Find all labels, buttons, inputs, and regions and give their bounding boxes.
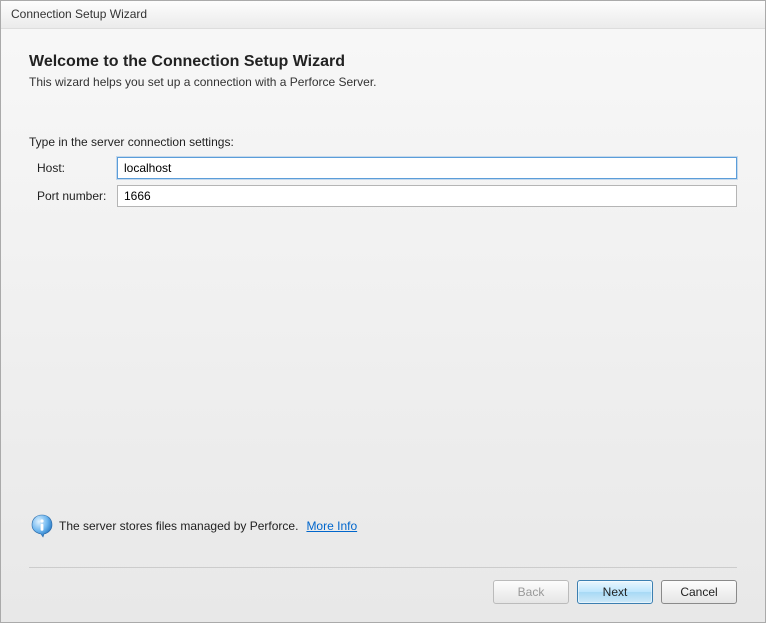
window-title: Connection Setup Wizard [11, 7, 147, 21]
port-input[interactable] [117, 185, 737, 207]
wizard-window: Connection Setup Wizard Welcome to the C… [0, 0, 766, 623]
port-label: Port number: [29, 189, 117, 203]
page-subheading: This wizard helps you set up a connectio… [29, 75, 737, 89]
info-icon [29, 513, 55, 539]
page-heading: Welcome to the Connection Setup Wizard [29, 53, 737, 71]
next-button[interactable]: Next [577, 580, 653, 604]
host-row: Host: [29, 157, 737, 179]
wizard-content: Welcome to the Connection Setup Wizard T… [1, 29, 765, 567]
more-info-link[interactable]: More Info [306, 519, 357, 533]
cancel-button[interactable]: Cancel [661, 580, 737, 604]
window-titlebar: Connection Setup Wizard [1, 1, 765, 29]
info-text: The server stores files managed by Perfo… [59, 519, 298, 533]
port-row: Port number: [29, 185, 737, 207]
settings-prompt: Type in the server connection settings: [29, 135, 737, 149]
button-separator [29, 567, 737, 568]
button-bar: Back Next Cancel [1, 580, 765, 622]
back-button[interactable]: Back [493, 580, 569, 604]
host-input[interactable] [117, 157, 737, 179]
info-bar: The server stores files managed by Perfo… [29, 513, 737, 557]
host-label: Host: [29, 161, 117, 175]
